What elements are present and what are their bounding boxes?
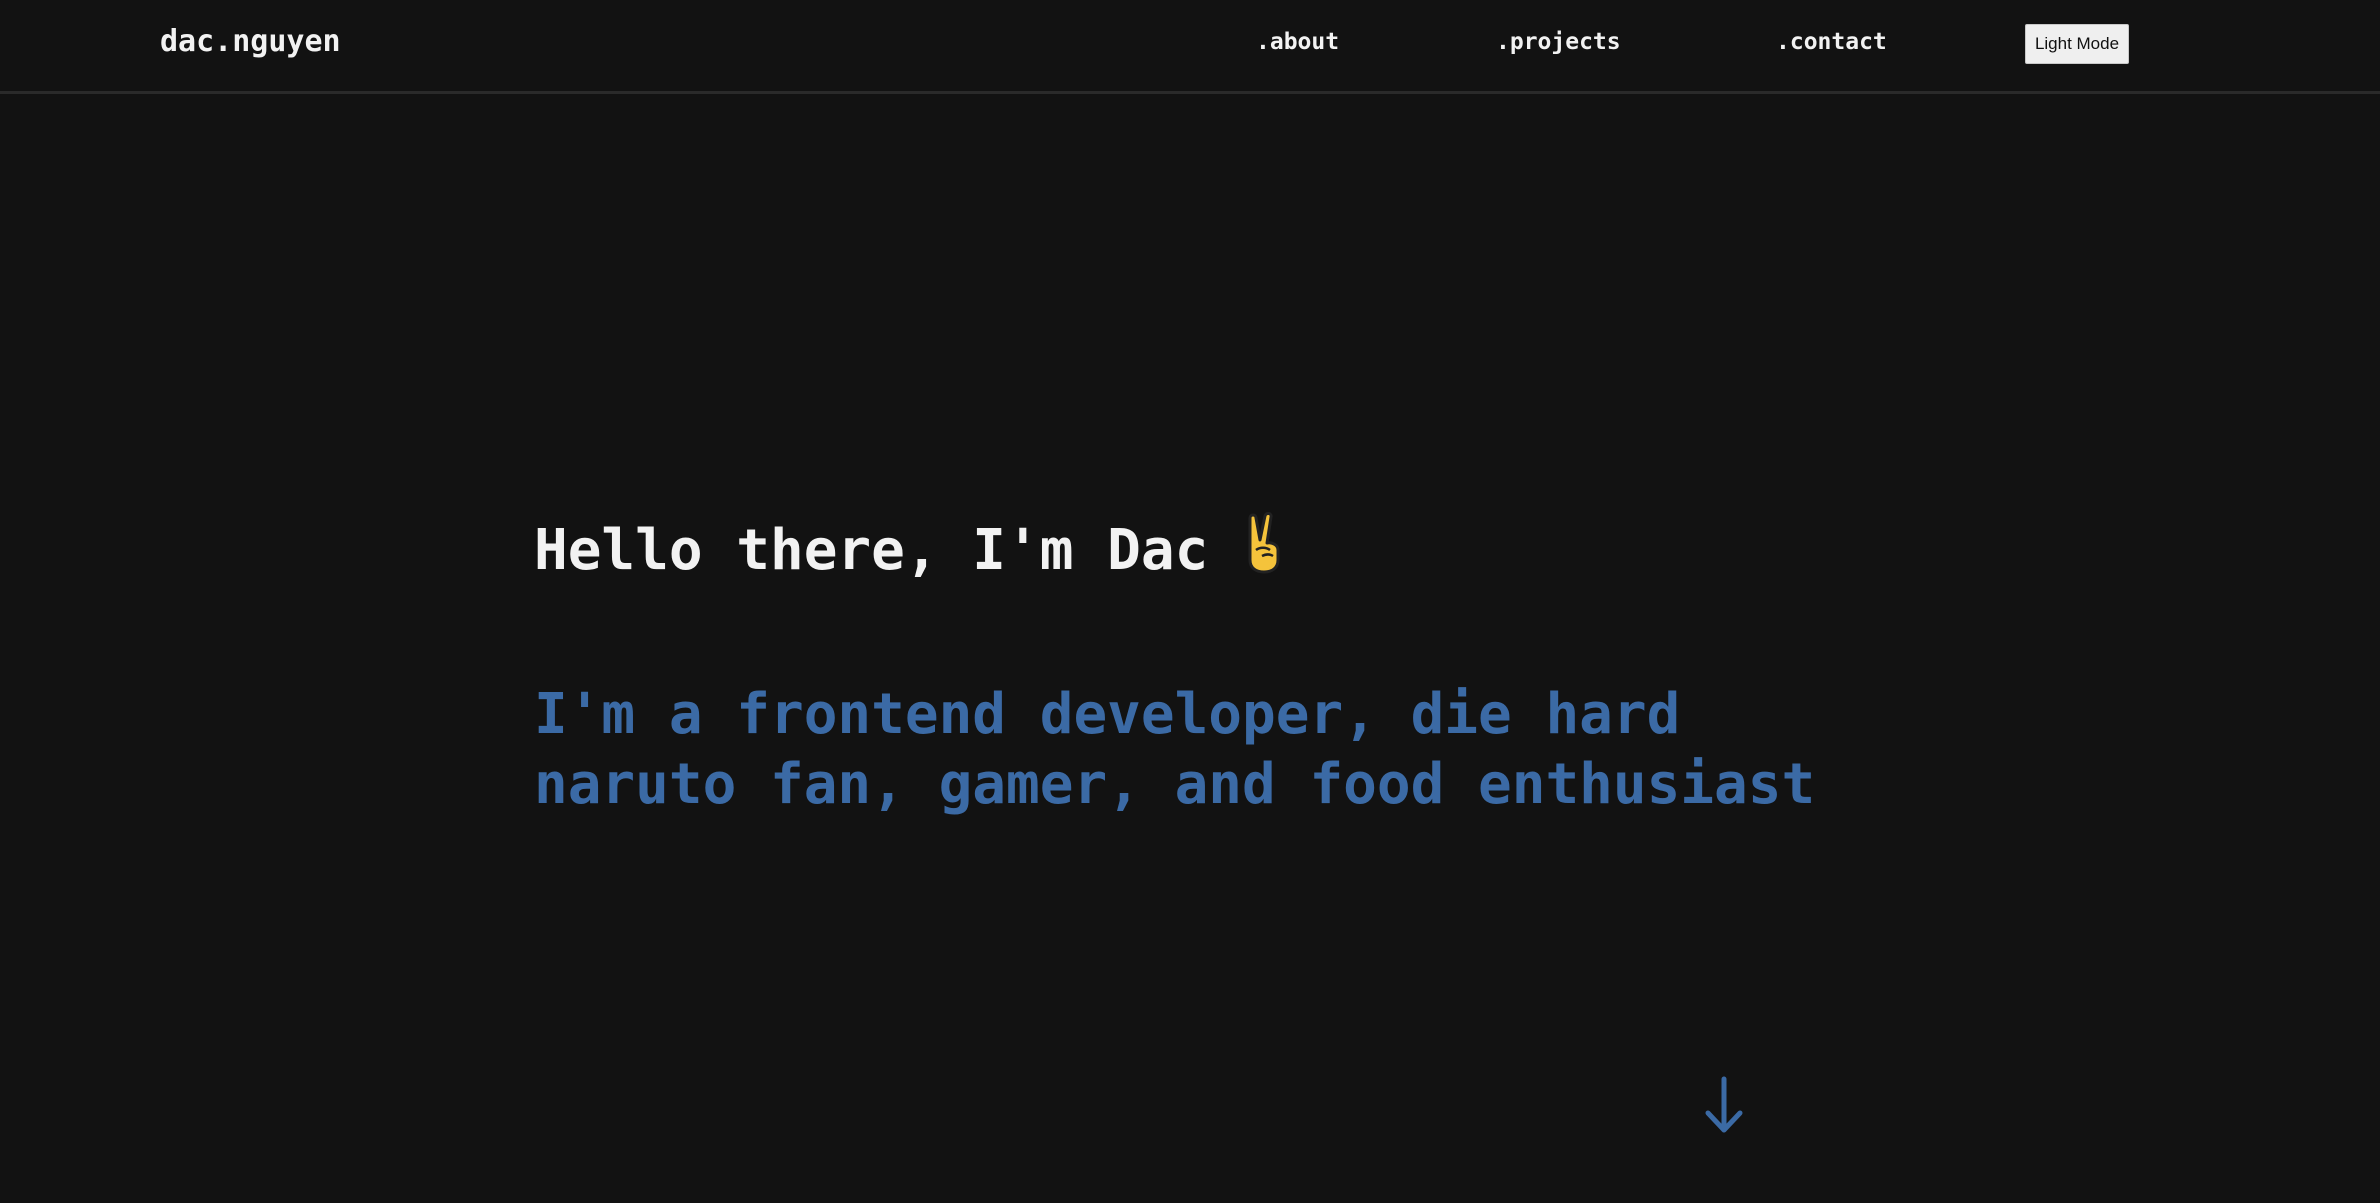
hero-greeting-text: Hello there, I'm Dac xyxy=(534,517,1209,583)
hero-greeting: Hello there, I'm Dac xyxy=(534,512,1286,588)
navbar: dac.nguyen .about .projects .contact Lig… xyxy=(0,0,2380,94)
nav-link-contact[interactable]: .contact xyxy=(1776,29,1887,55)
brand-logo-link[interactable]: dac.nguyen xyxy=(160,24,341,59)
light-mode-toggle-button[interactable]: Light Mode xyxy=(2025,24,2129,64)
hero-tagline: I'm a frontend developer, die hard narut… xyxy=(534,682,1816,817)
nav-link-projects[interactable]: .projects xyxy=(1496,29,1621,55)
victory-hand-icon xyxy=(1242,512,1286,588)
scroll-down-arrow-icon[interactable] xyxy=(1700,1075,1748,1135)
nav-link-about[interactable]: .about xyxy=(1256,29,1339,55)
